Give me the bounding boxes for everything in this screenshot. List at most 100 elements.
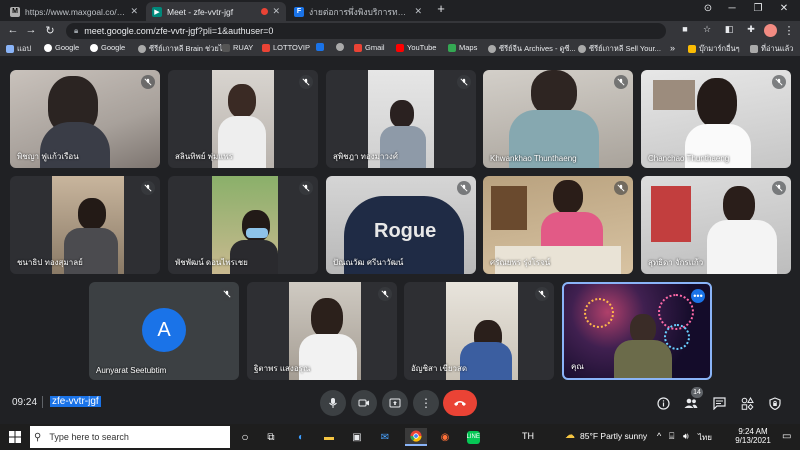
activities-button[interactable] [739, 395, 755, 411]
forward-icon[interactable]: → [24, 24, 38, 36]
bookmark-history[interactable] [336, 43, 347, 51]
person-silhouette [553, 180, 583, 214]
tray-chevron-icon[interactable]: ^ [657, 431, 661, 441]
mail-icon[interactable]: ✉ [376, 428, 394, 446]
recording-dot-icon [261, 8, 269, 15]
participant-tile[interactable]: A Aunyarat Seetubtim [89, 282, 239, 380]
participant-name: ปัณณวัฒ ศรีนาวัฒน์ [333, 258, 404, 267]
leave-call-button[interactable] [443, 390, 477, 416]
participant-name: สุพิชฎา ทองมาวงศ์ [333, 152, 398, 161]
meet-favicon-icon: ▶ [152, 6, 162, 17]
chrome-icon[interactable] [405, 428, 427, 446]
taskbar-search-box[interactable]: ⚲ Type here to search [30, 426, 230, 448]
menu-kebab-icon[interactable]: ⋮ [782, 24, 796, 37]
meeting-code[interactable]: zfe-vvtr-jgf [50, 396, 101, 407]
bookmarks-overflow-icon[interactable]: » [670, 43, 675, 53]
person-silhouette [697, 78, 737, 128]
person-silhouette [390, 100, 414, 128]
participant-tile[interactable]: พิชญา ฟูแก้วเรือน [10, 70, 160, 168]
tray-language[interactable]: ไทย [698, 431, 712, 444]
participant-tile[interactable]: ฐิตาพร แสงอรุณ [247, 282, 397, 380]
tab-meet[interactable]: ▶ Meet - zfe-vvtr-jgf ✕ [146, 2, 286, 21]
participant-tile[interactable]: Khwankhao Thunthaeng [483, 70, 633, 168]
address-bar[interactable]: 🔒︎ meet.google.com/zfe-vvtr-jgf?pli=1&au… [66, 23, 666, 39]
present-button[interactable] [382, 390, 408, 416]
task-view-icon[interactable]: ⧉ [262, 428, 280, 446]
close-icon[interactable]: ✕ [272, 6, 280, 17]
bookmark-youtube[interactable]: YouTube [396, 43, 436, 52]
camera-in-use-icon[interactable]: ■ [678, 24, 692, 34]
participant-tile[interactable]: Chanchao Thunthaeng [641, 70, 791, 168]
bookmark-star-icon[interactable]: ☆ [700, 24, 714, 35]
close-icon[interactable]: ✕ [130, 6, 138, 17]
host-controls-button[interactable] [767, 395, 783, 411]
extensions-puzzle-icon[interactable]: ✚ [744, 24, 758, 35]
bookmark-s[interactable] [316, 43, 327, 51]
bookmark-ruay[interactable]: RUAY [222, 43, 253, 52]
camera-button[interactable] [351, 390, 377, 416]
network-icon[interactable]: ⌸ [669, 431, 674, 442]
ruay-icon [222, 43, 230, 52]
new-tab-plus-icon[interactable]: + [430, 1, 452, 16]
youtube-icon [396, 43, 404, 52]
clock[interactable]: 9:24 AM 9/13/2021 [728, 427, 778, 445]
bookmark-maps[interactable]: Maps [448, 43, 477, 52]
volume-icon[interactable]: 🔊︎ [683, 431, 689, 442]
file-explorer-icon[interactable]: ▬ [320, 428, 338, 446]
bookmark-korean-sell[interactable]: ซีรีย์เกาหลี Sell Your... [578, 43, 661, 55]
self-view-tile[interactable]: ••• คุณ [562, 282, 712, 380]
bookmark-lottovip[interactable]: LOTTOVIP [262, 43, 310, 52]
bookmark-google-1[interactable]: Google [44, 43, 79, 52]
maximize-icon[interactable]: ❐ [747, 3, 769, 14]
tab-label: Meet - zfe-vvtr-jgf [167, 6, 234, 17]
tab-forms[interactable]: F ง่ายต่อการพึ่งพิงบริการทางอินเตอร์เน็ต… [288, 2, 428, 21]
input-language[interactable]: TH [522, 431, 534, 441]
participant-tile[interactable]: Rogue ปัณณวัฒ ศรีนาวัฒน์ [326, 176, 476, 274]
participant-tile[interactable]: สุทธิดา จักรแก้ว [641, 176, 791, 274]
back-icon[interactable]: ← [6, 24, 20, 36]
bookmark-korean-series[interactable]: ซีรีย์เกาหลี Brain ช่วยไ... [138, 43, 229, 55]
participant-tile[interactable]: อัญชิสา เขียวสด [404, 282, 554, 380]
notifications-icon[interactable]: ▭ [782, 431, 791, 442]
weather-text[interactable]: 85°F Partly sunny [580, 431, 647, 441]
participant-tile[interactable]: สลินทิพย์ พุ่มแพร [168, 70, 318, 168]
bookmark-google-2[interactable]: Google [90, 43, 125, 52]
participant-tile[interactable]: สุพิชฎา ทองมาวงศ์ [326, 70, 476, 168]
bookmark-chinese-series[interactable]: ซีรีย์จีน Archives - ดูซี... [488, 43, 576, 55]
line-app-icon[interactable]: LINE [464, 428, 482, 446]
close-window-icon[interactable]: ✕ [773, 3, 795, 14]
participant-tile[interactable]: ศรัณยพร รุ่งโรจน์ [483, 176, 633, 274]
more-options-icon[interactable]: ••• [691, 289, 705, 303]
lottovip-icon [262, 43, 270, 52]
more-options-button[interactable]: ⋮ [413, 390, 439, 416]
bookmark-other[interactable]: บุ๊กมาร์กอื่นๆ [688, 43, 740, 55]
maxgoal-favicon-icon: M [10, 6, 20, 17]
participant-tile[interactable]: พัชพัฒน์ ดอนไพรเชย [168, 176, 318, 274]
reading-list-icon [750, 45, 758, 53]
mic-off-icon [299, 181, 313, 195]
google-icon [90, 43, 98, 52]
bookmarks-bar: แอป Google Google ซีรีย์เกาหลี Brain ช่ว… [0, 41, 800, 57]
close-icon[interactable]: ✕ [414, 6, 422, 17]
tab-search-icon[interactable]: ⊙ [697, 3, 719, 14]
store-icon[interactable]: ▣ [348, 428, 366, 446]
bookmark-reading-list[interactable]: ที่อ่านแล้ว [750, 43, 793, 55]
participant-tile[interactable]: ชนาธิป ทองสุมาลย์ [10, 176, 160, 274]
edge-browser-icon[interactable]: ◐ [292, 428, 310, 446]
microphone-button[interactable] [320, 390, 346, 416]
meeting-details-button[interactable] [655, 395, 671, 411]
extension-icon[interactable]: ◧ [722, 24, 736, 35]
firefox-icon[interactable]: ◉ [436, 428, 454, 446]
bookmark-apps[interactable]: แอป [6, 43, 31, 55]
firework-burst [584, 298, 614, 328]
minimize-icon[interactable]: ─ [721, 3, 743, 14]
mic-off-icon [220, 287, 234, 301]
windows-start-button[interactable] [6, 428, 24, 446]
tab-maxgoal[interactable]: M https://www.maxgoal.co/th/regi ✕ [4, 2, 144, 21]
cortana-circle-icon[interactable]: ○ [236, 428, 254, 446]
bookmark-gmail[interactable]: Gmail [354, 43, 385, 52]
profile-avatar[interactable] [764, 24, 777, 37]
chat-button[interactable] [711, 395, 727, 411]
clock-date: 9/13/2021 [735, 436, 771, 445]
reload-icon[interactable]: ↻ [43, 24, 57, 37]
